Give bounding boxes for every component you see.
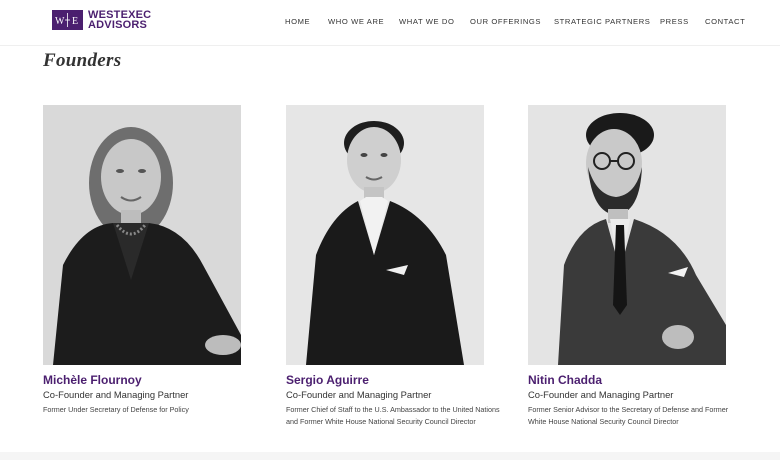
founder-photo[interactable]	[528, 105, 726, 365]
main-nav: HOME WHO WE ARE WHAT WE DO OUR OFFERINGS…	[0, 17, 780, 29]
founder-name[interactable]: Michèle Flournoy	[43, 373, 243, 387]
founder-bio: Former Chief of Staff to the U.S. Ambass…	[286, 405, 500, 426]
page-footer-edge	[0, 452, 780, 460]
founder-name[interactable]: Nitin Chadda	[528, 373, 728, 387]
nav-what-we-do[interactable]: WHAT WE DO	[399, 17, 455, 26]
site-header: W E WESTEXEC ADVISORS HOME WHO WE ARE WH…	[0, 0, 780, 46]
founder-photo[interactable]	[43, 105, 241, 365]
nav-contact[interactable]: CONTACT	[705, 17, 745, 26]
founder-card[interactable]: Sergio Aguirre Co-Founder and Managing P…	[286, 105, 500, 428]
founder-bio: Former Senior Advisor to the Secretary o…	[528, 405, 729, 426]
founder-role: Co-Founder and Managing Partner	[528, 389, 674, 400]
founder-role: Co-Founder and Managing Partner	[286, 389, 432, 400]
page-title: Founders	[43, 50, 122, 71]
founder-name[interactable]: Sergio Aguirre	[286, 373, 486, 387]
nav-our-offerings[interactable]: OUR OFFERINGS	[470, 17, 541, 26]
founder-card[interactable]: Michèle Flournoy Co-Founder and Managing…	[43, 105, 243, 416]
nav-strategic-partners[interactable]: STRATEGIC PARTNERS	[554, 17, 650, 26]
nav-who-we-are[interactable]: WHO WE ARE	[328, 17, 384, 26]
founder-bio: Former Under Secretary of Defense for Po…	[43, 405, 189, 414]
founder-card[interactable]: Nitin Chadda Co-Founder and Managing Par…	[528, 105, 728, 428]
founder-photo[interactable]	[286, 105, 484, 365]
nav-home[interactable]: HOME	[285, 17, 310, 26]
nav-press[interactable]: PRESS	[660, 17, 689, 26]
founder-role: Co-Founder and Managing Partner	[43, 389, 189, 400]
